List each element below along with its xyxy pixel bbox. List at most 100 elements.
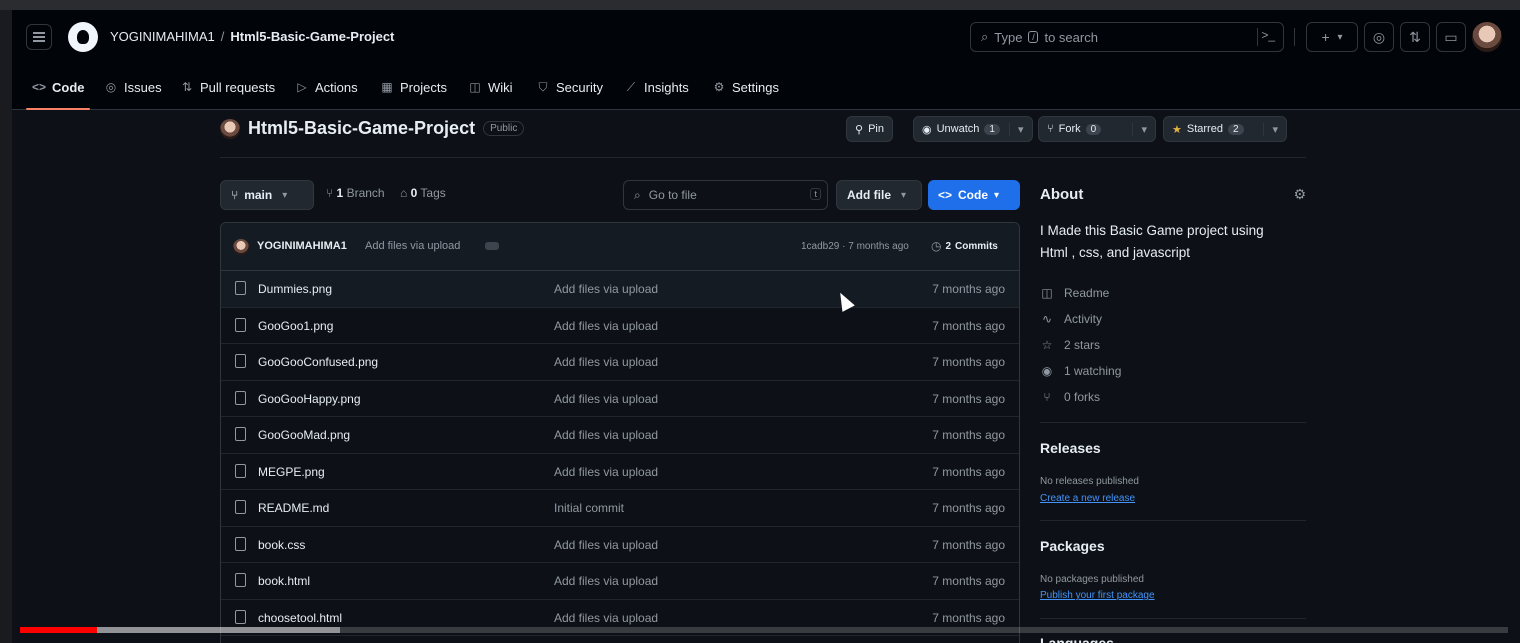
file-commit-message[interactable]: Add files via upload	[554, 355, 658, 369]
file-row[interactable]: Dummies.png Add files via upload 7 months …	[221, 271, 1019, 308]
file-row[interactable]: GooGooHappy.png Add files via upload 7 mon…	[221, 381, 1019, 417]
tags-link[interactable]: ⌂ 0 Tags	[400, 186, 446, 200]
file-commit-message[interactable]: Add files via upload	[554, 428, 658, 442]
hamburger-icon	[33, 36, 45, 38]
pull-requests-button[interactable]: ⇅	[1400, 22, 1430, 52]
file-row[interactable]: README.md Initial commit 7 months ago	[221, 490, 1019, 527]
video-progress-bar[interactable]	[20, 627, 1508, 633]
video-played-bar	[20, 627, 97, 633]
github-logo-icon[interactable]	[68, 22, 98, 52]
unwatch-button[interactable]: ◉ Unwatch 1 ▾	[913, 116, 1033, 142]
tab-issues[interactable]: ◎ Issues	[104, 72, 162, 102]
gear-icon[interactable]: ⚙	[1293, 186, 1306, 203]
starred-button[interactable]: ★ Starred 2 ▾	[1163, 116, 1287, 142]
command-palette-icon[interactable]: >_	[1257, 28, 1275, 46]
commits-label: Commits	[955, 240, 998, 252]
code-button[interactable]: <> Code ▾	[928, 180, 1020, 210]
tab-settings[interactable]: ⚙ Settings	[712, 72, 779, 102]
inbox-button[interactable]: ▭	[1436, 22, 1466, 52]
create-new-button[interactable]: + ▾	[1306, 22, 1358, 52]
shield-icon: ⛉	[538, 79, 548, 94]
global-search-input[interactable]: ⌕ Type / to search >_	[970, 22, 1284, 52]
file-row[interactable]: GooGoo1.png Add files via upload 7 months …	[221, 308, 1019, 344]
file-name[interactable]: README.md	[258, 501, 329, 515]
file-name[interactable]: Dummies.png	[258, 282, 332, 296]
file-row[interactable]: GooGooConfused.png Add files via upload 7 …	[221, 344, 1019, 381]
file-commit-message[interactable]: Add files via upload	[554, 538, 658, 552]
add-file-button[interactable]: Add file ▾	[836, 180, 922, 210]
breadcrumb-repo[interactable]: Html5-Basic-Game-Project	[230, 29, 394, 44]
tab-projects[interactable]: ▦ Projects	[380, 72, 447, 102]
create-release-link[interactable]: Create a new release	[1040, 493, 1135, 504]
visibility-badge: Public	[483, 121, 525, 136]
file-name[interactable]: GooGooConfused.png	[258, 355, 378, 369]
file-name[interactable]: GooGoo1.png	[258, 319, 333, 333]
user-avatar[interactable]	[1472, 22, 1502, 52]
repo-name[interactable]: Html5-Basic-Game-Project	[248, 118, 475, 139]
chevron-down-icon[interactable]: ▾	[1008, 122, 1024, 136]
file-name[interactable]: book.css	[258, 538, 305, 552]
file-name[interactable]: GooGooMad.png	[258, 428, 350, 442]
go-to-file-input[interactable]: ⌕ Go to file t	[623, 180, 828, 210]
file-row[interactable]: book.css Add files via upload 7 months ago	[221, 527, 1019, 563]
commits-count: 2	[945, 240, 952, 252]
branch-icon: ⑂	[326, 186, 334, 200]
tab-actions[interactable]: ▷ Actions	[295, 72, 357, 102]
activity-link[interactable]: ∿ Activity	[1040, 312, 1102, 326]
issues-button[interactable]: ◎	[1364, 22, 1394, 52]
file-commit-message[interactable]: Add files via upload	[554, 392, 658, 406]
file-row[interactable]: MEGPE.png Add files via upload 7 months ag…	[221, 454, 1019, 490]
tab-security[interactable]: ⛉ Security	[536, 72, 602, 102]
file-icon	[235, 390, 246, 405]
activity-label: Activity	[1064, 312, 1103, 326]
file-name[interactable]: choosetool.html	[258, 611, 342, 625]
tab-wiki-label: Wiki	[488, 79, 513, 95]
repo-owner-avatar[interactable]	[220, 118, 240, 139]
tab-settings-label: Settings	[732, 79, 779, 95]
commit-author[interactable]: YOGINIMAHIMA1	[257, 240, 347, 252]
file-commit-message[interactable]: Add files via upload	[554, 611, 658, 625]
file-list: Dummies.png Add files via upload 7 months …	[221, 271, 1019, 636]
latest-commit-bar: YOGINIMAHIMA1 Add files via upload 1cadb…	[221, 223, 1019, 271]
breadcrumb-owner[interactable]: YOGINIMAHIMA1	[110, 29, 215, 44]
releases-heading[interactable]: Releases	[1040, 440, 1101, 456]
file-commit-time: 7 months ago	[932, 501, 1005, 515]
file-name[interactable]: book.html	[258, 574, 310, 588]
file-row[interactable]: book.html Add files via upload 7 months ag…	[221, 563, 1019, 600]
publish-package-link[interactable]: Publish your first package	[1040, 590, 1155, 601]
chevron-down-icon[interactable]: ▾	[1132, 122, 1147, 136]
watching-link[interactable]: ◉ 1 watching	[1040, 364, 1122, 378]
forks-link[interactable]: ⑂ 0 forks	[1040, 390, 1100, 404]
file-commit-message[interactable]: Add files via upload	[554, 465, 658, 479]
fork-label: Fork	[1058, 123, 1081, 135]
tab-pull-requests[interactable]: ⇅ Pull requests	[180, 72, 275, 102]
branch-selector[interactable]: ⑂ main ▾	[220, 180, 314, 210]
file-name[interactable]: GooGooHappy.png	[258, 392, 361, 406]
file-name[interactable]: MEGPE.png	[258, 465, 325, 479]
fork-button[interactable]: ⑂ Fork 0 ▾	[1038, 116, 1156, 142]
branches-link[interactable]: ⑂ 1 Branch	[326, 186, 385, 200]
readme-link[interactable]: ◫ Readme	[1040, 286, 1109, 300]
tab-pull-requests-label: Pull requests	[200, 79, 276, 95]
file-commit-message[interactable]: Initial commit	[554, 501, 624, 515]
file-commit-message[interactable]: Add files via upload	[554, 574, 658, 588]
file-row[interactable]: GooGooMad.png Add files via upload 7 month…	[221, 417, 1019, 454]
commit-author-avatar[interactable]	[233, 239, 249, 255]
commit-sha-time[interactable]: 1cadb29 · 7 months ago	[801, 241, 909, 252]
stars-link[interactable]: ☆ 2 stars	[1040, 338, 1100, 352]
ellipsis-expander-icon[interactable]	[485, 242, 499, 250]
table-icon: ▦	[381, 80, 393, 94]
repo-title: Html5-Basic-Game-Project Public	[220, 118, 525, 139]
commit-message[interactable]: Add files via upload	[365, 240, 460, 252]
pin-button[interactable]: ⚲ Pin	[846, 116, 893, 142]
file-commit-message[interactable]: Add files via upload	[554, 319, 658, 333]
packages-heading[interactable]: Packages	[1040, 538, 1105, 554]
commits-link[interactable]: ◷ 2 Commits	[931, 239, 998, 253]
tab-code[interactable]: <> Code	[32, 72, 85, 102]
tab-insights[interactable]: ⟋ Insights	[624, 72, 689, 102]
file-commit-message[interactable]: Add files via upload	[554, 282, 658, 296]
tab-wiki[interactable]: ◫ Wiki	[468, 72, 513, 102]
branch-label: Branch	[346, 186, 385, 200]
hamburger-menu-button[interactable]	[26, 24, 52, 50]
chevron-down-icon[interactable]: ▾	[1263, 122, 1278, 136]
